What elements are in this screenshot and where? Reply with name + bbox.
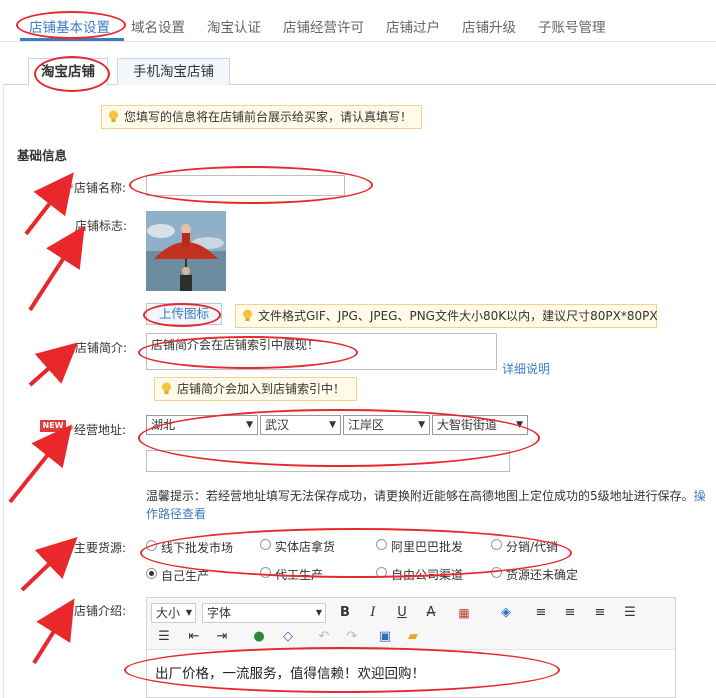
annotation-arrow (28, 225, 85, 312)
annotation-arrow (20, 536, 78, 592)
annotation-arrow (24, 172, 74, 236)
annotation-arrows (8, 172, 85, 665)
annotation-arrow (8, 424, 72, 504)
annotation-arrow (32, 598, 75, 665)
annotation-arrow (28, 342, 78, 387)
